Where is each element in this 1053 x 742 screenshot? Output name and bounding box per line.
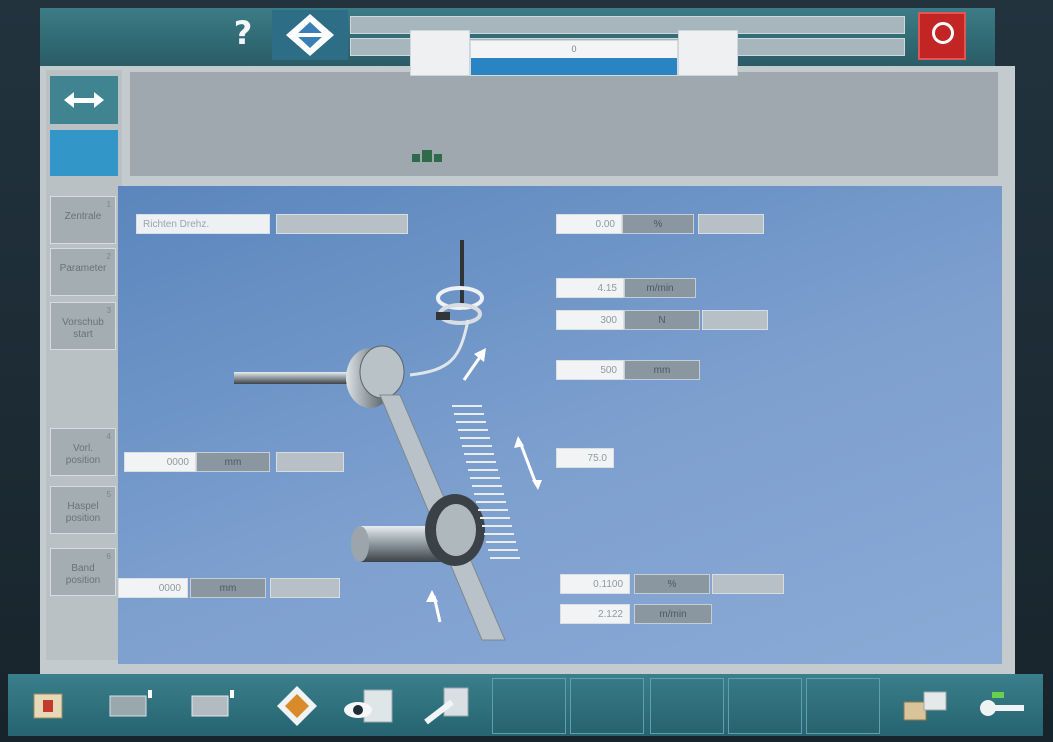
machine-2-icon xyxy=(191,690,234,717)
toolbar-slot-4[interactable] xyxy=(728,678,802,734)
sidebar-item-label: Band position xyxy=(65,563,101,586)
left-mid-unit: mm xyxy=(196,452,270,472)
header-progress-value: 0 xyxy=(571,44,577,54)
tension-value[interactable]: 300 xyxy=(556,310,624,330)
stop-run-button[interactable] xyxy=(14,678,84,734)
diamond-navigation-icon[interactable] xyxy=(272,10,348,60)
straightening-label-field[interactable]: Richten Drehz. xyxy=(136,214,270,234)
machine-hmi-screen: ? 1 Zentrale 2 Parameter 3 Vorschub start… xyxy=(0,0,1053,742)
diamond-settings-button[interactable] xyxy=(262,678,332,734)
mode-button[interactable] xyxy=(50,76,118,124)
diamond-settings-icon xyxy=(277,686,317,726)
straightening-input[interactable] xyxy=(276,214,408,234)
speed-value[interactable]: 4.15 xyxy=(556,278,624,298)
power-stop-button[interactable] xyxy=(918,12,966,60)
toolbar-slot-1[interactable] xyxy=(492,678,566,734)
bottom-speed-unit: m/min xyxy=(634,604,712,624)
sidebar-item-label: Vorl. position xyxy=(65,443,101,466)
top-extra[interactable] xyxy=(698,214,764,234)
machine-2-button[interactable] xyxy=(176,678,246,734)
sidebar-item-label: Parameter xyxy=(59,263,107,274)
sidebar-item-number: 4 xyxy=(106,432,111,441)
tool-icon xyxy=(424,687,469,725)
question-mark-icon[interactable]: ? xyxy=(225,14,261,52)
arrow-mode-icon xyxy=(64,92,104,108)
key-icon xyxy=(980,692,1024,716)
mode-select-button[interactable] xyxy=(50,130,118,176)
left-mid-value[interactable]: 0000 xyxy=(124,452,196,472)
sidebar-item-2[interactable]: 2 Parameter xyxy=(50,248,116,296)
sidebar-item-number: 1 xyxy=(106,200,111,209)
sidebar-item-1[interactable]: 1 Zentrale xyxy=(50,196,116,244)
length-unit: mm xyxy=(624,360,700,380)
sidebar-item-label: Haspel position xyxy=(65,501,101,524)
status-indicator-2 xyxy=(422,150,432,162)
stroke-value[interactable]: 75.0 xyxy=(556,448,614,468)
machine-1-icon xyxy=(109,690,152,717)
top-unit: % xyxy=(622,214,694,234)
sidebar-item-number: 5 xyxy=(106,490,111,499)
header-progress-bar: 0 xyxy=(470,40,678,76)
toolbar-slot-3[interactable] xyxy=(650,678,724,734)
left-bottom-value[interactable]: 0000 xyxy=(118,578,188,598)
status-indicator-1 xyxy=(412,154,420,162)
left-bottom-unit: mm xyxy=(190,578,266,598)
header-panel xyxy=(130,72,998,176)
header-progress-fill xyxy=(471,58,677,75)
length-value[interactable]: 500 xyxy=(556,360,624,380)
machine-1-button[interactable] xyxy=(96,678,166,734)
toolbar-slot-5[interactable] xyxy=(806,678,880,734)
sidebar-item-5[interactable]: 5 Haspel position xyxy=(50,486,116,534)
sidebar-item-label: Vorschub start xyxy=(62,317,104,340)
sidebar-item-3[interactable]: 3 Vorschub start xyxy=(50,302,116,350)
tool-button[interactable] xyxy=(412,678,482,734)
stop-run-icon xyxy=(33,693,63,719)
status-indicator-3 xyxy=(434,154,442,162)
bottom-unit: % xyxy=(634,574,710,594)
view-monitor-icon xyxy=(344,689,393,723)
sidebar-item-number: 2 xyxy=(106,252,111,261)
speed-unit: m/min xyxy=(624,278,696,298)
top-value[interactable]: 0.00 xyxy=(556,214,622,234)
bottom-speed-value[interactable]: 2.122 xyxy=(560,604,630,624)
network-button[interactable] xyxy=(890,678,960,734)
header-right-box[interactable] xyxy=(678,30,738,76)
bottom-value[interactable]: 0.1100 xyxy=(560,574,630,594)
key-button[interactable] xyxy=(966,678,1036,734)
network-icon xyxy=(903,691,947,721)
bottom-extra[interactable] xyxy=(712,574,784,594)
tension-unit: N xyxy=(624,310,700,330)
sidebar-item-6[interactable]: 6 Band position xyxy=(50,548,116,596)
left-bottom-extra[interactable] xyxy=(270,578,340,598)
view-monitor-button[interactable] xyxy=(334,678,404,734)
toolbar-slot-2[interactable] xyxy=(570,678,644,734)
header-left-box[interactable] xyxy=(410,30,470,76)
sidebar-item-number: 6 xyxy=(106,552,111,561)
sidebar-item-number: 3 xyxy=(106,306,111,315)
sidebar-item-label: Zentrale xyxy=(64,211,102,222)
left-mid-extra[interactable] xyxy=(276,452,344,472)
power-stop-icon xyxy=(932,22,954,44)
sidebar-item-4[interactable]: 4 Vorl. position xyxy=(50,428,116,476)
tension-extra[interactable] xyxy=(702,310,768,330)
